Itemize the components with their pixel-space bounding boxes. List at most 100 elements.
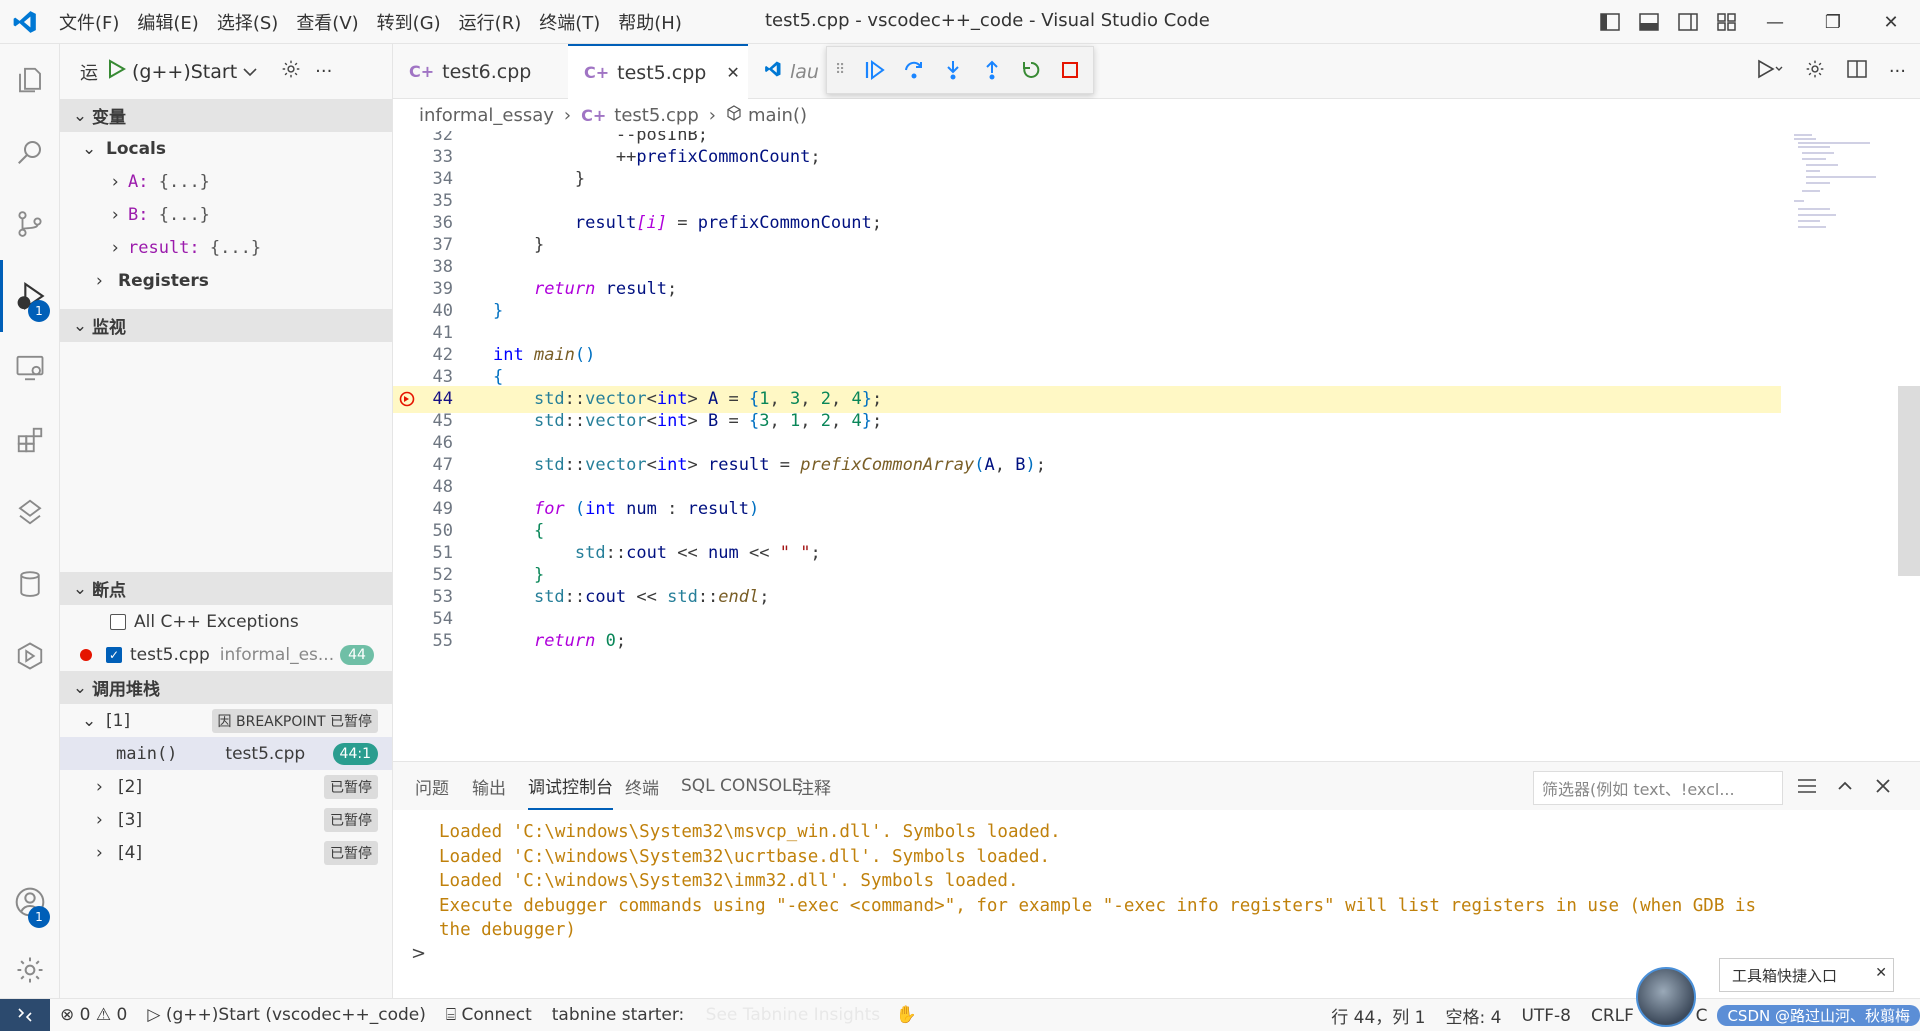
step-into-icon[interactable] [933, 50, 972, 90]
tab-output[interactable]: 输出 [472, 762, 506, 810]
menu-view[interactable]: 查看(V) [287, 9, 367, 35]
menu-selection[interactable]: 选择(S) [208, 9, 287, 35]
run-debug-icon[interactable]: 1 [0, 260, 60, 332]
variable-row[interactable]: › result: {...} [60, 231, 392, 264]
open-launch-json-gear-icon[interactable] [281, 59, 301, 84]
callstack-section-header[interactable]: ⌄ 调用堆栈 [60, 671, 392, 704]
close-panel-icon[interactable] [1873, 776, 1893, 801]
chevron-down-icon[interactable] [243, 61, 257, 82]
customize-layout-icon[interactable] [1707, 0, 1746, 44]
breakpoint-current-icon[interactable] [399, 391, 415, 407]
menu-go[interactable]: 转到(G) [368, 9, 450, 35]
step-out-icon[interactable] [972, 50, 1011, 90]
run-debug-dropdown-icon[interactable] [1755, 58, 1783, 85]
status-bar: ⊗ 0 ⚠ 0 ▷ (g++)Start (vscodec++_code) ⌸ … [0, 967, 1920, 1031]
word-wrap-icon[interactable] [1796, 776, 1818, 801]
menu-help[interactable]: 帮助(H) [609, 9, 691, 35]
encoding-status[interactable]: UTF-8 [1511, 1006, 1581, 1026]
tab-sql-console[interactable]: SQL CONSOLE [681, 762, 802, 810]
variables-section-header[interactable]: ⌄ 变量 [60, 99, 392, 132]
more-actions-icon[interactable]: ··· [315, 61, 332, 82]
console-prompt[interactable]: > [411, 943, 426, 964]
bottom-panel: 问题 输出 调试控制台 终端 SQL CONSOLE 注释 筛选器(例如 tex… [393, 761, 1920, 999]
database-icon[interactable] [0, 548, 60, 620]
test-explorer-icon[interactable] [0, 620, 60, 692]
continue-icon[interactable] [855, 50, 894, 90]
variable-row[interactable]: › A: {...} [60, 165, 392, 198]
breakpoint-row[interactable]: All C++ Exceptions [60, 605, 392, 638]
split-editor-icon[interactable] [1847, 59, 1867, 84]
tabnine-status[interactable]: tabnine starter: See Tabnine Insights ✋ [542, 1005, 927, 1025]
thread-row[interactable]: › [2] 已暂停 [60, 770, 392, 803]
tab-problems[interactable]: 问题 [415, 762, 449, 810]
menu-run[interactable]: 运行(R) [450, 9, 531, 35]
restart-icon[interactable] [1011, 50, 1050, 90]
editor-scrollbar[interactable] [1898, 386, 1920, 576]
breakpoints-section-header[interactable]: ⌄ 断点 [60, 572, 392, 605]
minimize-button[interactable]: — [1746, 0, 1804, 44]
thread-row[interactable]: › [3] 已暂停 [60, 803, 392, 836]
cursor-position[interactable]: 行 44，列 1 [1321, 1003, 1435, 1028]
tab-test6[interactable]: C+ test6.cpp [393, 44, 568, 99]
tab-terminal[interactable]: 终端 [625, 762, 659, 810]
menu-terminal[interactable]: 终端(T) [530, 9, 609, 35]
minimap[interactable] [1790, 131, 1890, 251]
chevron-down-icon: ⌄ [72, 677, 88, 698]
account-icon[interactable]: 1 [0, 866, 60, 938]
remote-indicator-icon[interactable] [0, 998, 50, 1031]
toolbox-shortcut-tooltip[interactable]: 工具箱快捷入口 ✕ [1719, 958, 1894, 992]
close-window-button[interactable]: ✕ [1862, 0, 1920, 44]
variable-value: {...} [158, 171, 210, 192]
launch-config-select[interactable]: (g++)Start [132, 61, 237, 83]
stack-frame-row[interactable]: main() test5.cpp 44:1 [60, 737, 392, 770]
breadcrumb-file[interactable]: test5.cpp [614, 105, 699, 126]
menu-file[interactable]: 文件(F) [50, 9, 128, 35]
step-over-icon[interactable] [894, 50, 933, 90]
connect-status[interactable]: ⌸ Connect [436, 1005, 542, 1025]
maximize-panel-icon[interactable] [1835, 776, 1855, 801]
close-tab-button[interactable]: ✕ [726, 63, 739, 82]
breakpoint-row[interactable]: ✓ test5.cpp informal_es... 44 [60, 638, 392, 671]
console-line: Execute debugger commands using "-exec <… [439, 896, 1756, 916]
eol-status[interactable]: CRLF [1581, 1006, 1644, 1026]
toggle-secondary-sidebar-icon[interactable] [1668, 0, 1707, 44]
thread-row[interactable]: ⌄ [1] 因 BREAKPOINT 已暂停 [60, 704, 392, 737]
start-debugging-icon[interactable] [108, 59, 127, 84]
registers-node[interactable]: › Registers [60, 264, 392, 297]
tab-test5[interactable]: C+ test5.cpp ✕ [568, 44, 748, 99]
tab-comments[interactable]: 注释 [797, 762, 831, 810]
toggle-panel-icon[interactable] [1629, 0, 1668, 44]
breadcrumb-symbol[interactable]: main() [748, 105, 807, 126]
code-editor[interactable]: 32 --posInB; 33 ++prefixCommonCount; 34 } 3… [393, 131, 1920, 761]
code-line[interactable]: 55 return 0; [393, 628, 1781, 655]
breakpoint-checkbox[interactable] [110, 613, 126, 630]
variable-value: {...} [209, 237, 262, 258]
locals-node[interactable]: ⌄ Locals [60, 132, 392, 165]
search-icon[interactable] [0, 116, 60, 188]
remote-explorer-icon[interactable] [0, 332, 60, 404]
variable-row[interactable]: › B: {...} [60, 198, 392, 231]
line-number[interactable]: 55 [393, 628, 453, 655]
menu-edit[interactable]: 编辑(E) [128, 9, 207, 35]
problems-status[interactable]: ⊗ 0 ⚠ 0 [50, 1005, 137, 1025]
extensions-icon[interactable] [0, 404, 60, 476]
tabnine-icon[interactable] [0, 476, 60, 548]
indentation-status[interactable]: 空格: 4 [1435, 1003, 1511, 1028]
drag-handle-icon[interactable]: ⠿ [835, 62, 855, 78]
more-actions-icon[interactable]: ··· [1889, 61, 1906, 82]
breadcrumb-folder[interactable]: informal_essay [419, 105, 554, 126]
tab-debug-console[interactable]: 调试控制台 [528, 762, 613, 810]
manage-gear-icon[interactable] [0, 934, 60, 1006]
stop-icon[interactable] [1050, 50, 1089, 90]
explorer-icon[interactable] [0, 44, 60, 116]
settings-gear-icon[interactable] [1805, 59, 1825, 84]
thread-row[interactable]: › [4] 已暂停 [60, 836, 392, 869]
toggle-primary-sidebar-icon[interactable] [1590, 0, 1629, 44]
watch-section-header[interactable]: ⌄ 监视 [60, 309, 392, 342]
source-control-icon[interactable] [0, 188, 60, 260]
debug-config-status[interactable]: ▷ (g++)Start (vscodec++_code) [137, 1005, 435, 1025]
console-filter-input[interactable]: 筛选器(例如 text、!excl... [1533, 771, 1783, 805]
close-icon[interactable]: ✕ [1875, 965, 1887, 981]
restore-button[interactable]: ❐ [1804, 0, 1862, 44]
breakpoint-checkbox[interactable]: ✓ [106, 646, 122, 663]
